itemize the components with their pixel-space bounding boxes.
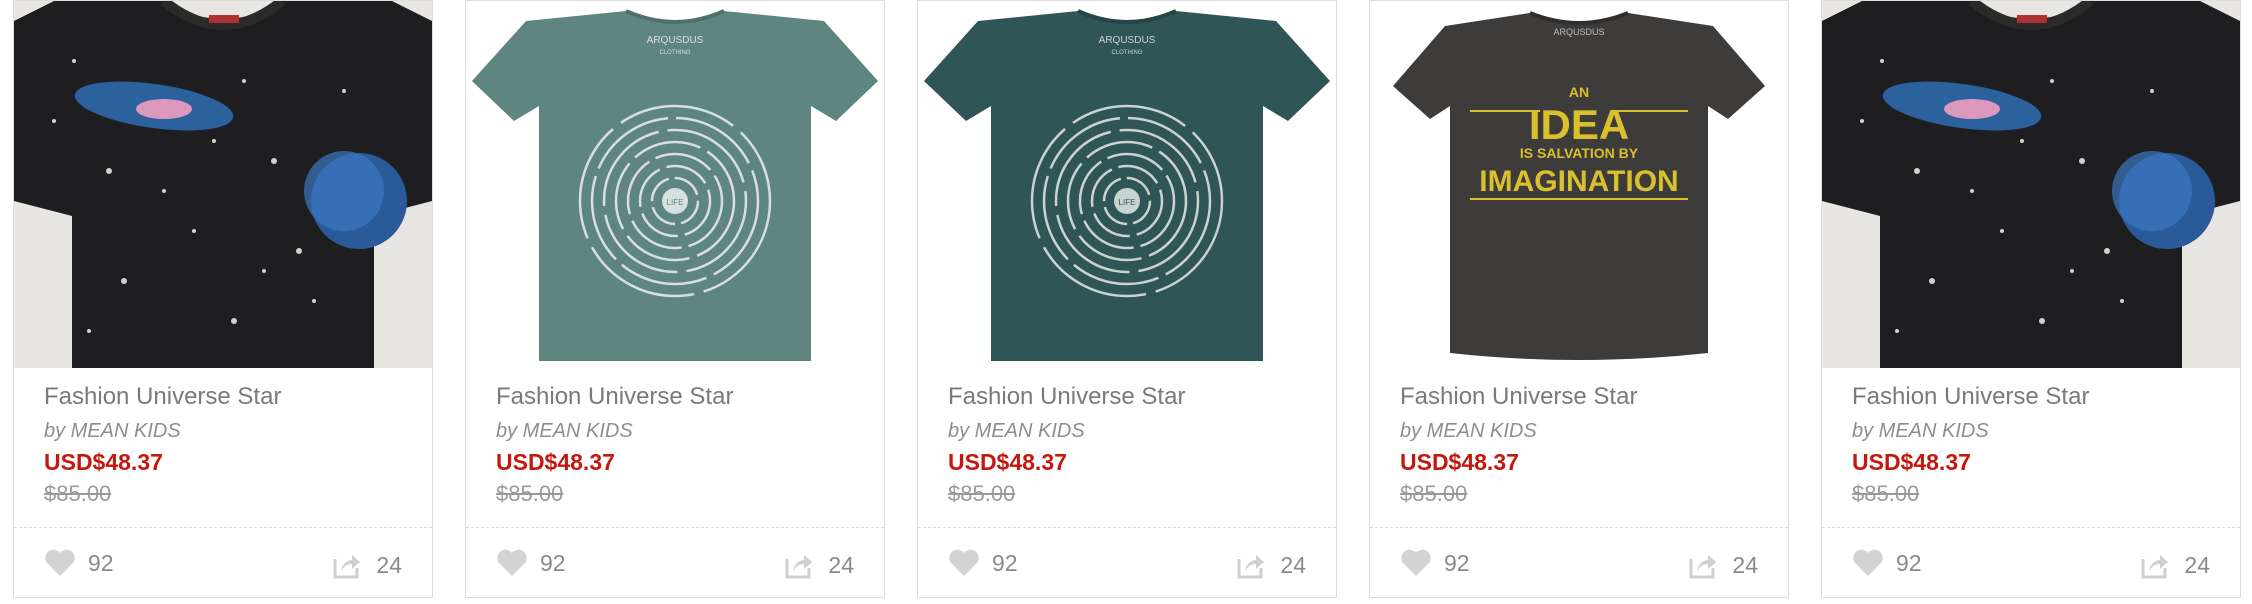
share-icon [2141, 555, 2169, 579]
brand-sub-print: CLOTHING [1111, 50, 1142, 56]
share-icon [333, 555, 361, 579]
heart-icon [949, 549, 979, 576]
heart-icon [45, 549, 75, 576]
idea-line4-print: IMAGINATION [1479, 165, 1678, 198]
product-byline[interactable]: by MEAN KIDS [44, 420, 181, 443]
product-image[interactable] [14, 1, 432, 368]
product-title[interactable]: Fashion Universe Star [44, 383, 281, 411]
brand-print: ARQUSDUS [1553, 27, 1604, 37]
product-price: USD$48.37 [44, 449, 163, 475]
share-count: 24 [1732, 551, 1758, 578]
product-title[interactable]: Fashion Universe Star [1400, 383, 1637, 411]
brand-sub-print: CLOTHING [659, 50, 690, 56]
product-byline[interactable]: by MEAN KIDS [948, 420, 1085, 443]
product-image[interactable]: ARQUSDUS CLOTHING LIFE [466, 1, 884, 368]
product-card[interactable]: ARQUSDUS CLOTHING LIFE Fashion Universe … [465, 0, 885, 598]
product-image[interactable] [1822, 1, 2240, 368]
product-image[interactable]: ARQUSDUS CLOTHING LIFE [918, 1, 1336, 368]
card-divider [1370, 527, 1788, 528]
idea-tshirt-image: ARQUSDUS AN IDEA IS SALVATION BY IMAGINA… [1370, 1, 1788, 368]
share-button[interactable]: 24 [784, 551, 854, 579]
product-byline[interactable]: by MEAN KIDS [496, 420, 633, 443]
share-button[interactable]: 24 [1688, 551, 1758, 579]
product-price: USD$48.37 [1852, 449, 1971, 475]
product-card[interactable]: Fashion Universe Star by MEAN KIDS USD$4… [1821, 0, 2241, 598]
like-count: 92 [992, 549, 1018, 576]
like-count: 92 [1896, 549, 1922, 576]
heart-icon [1853, 549, 1883, 576]
product-title[interactable]: Fashion Universe Star [948, 383, 1185, 411]
card-divider [1822, 527, 2240, 528]
product-price: USD$48.37 [496, 449, 615, 475]
idea-line2-print: IDEA [1529, 101, 1629, 148]
share-count: 24 [2184, 551, 2210, 578]
product-old-price: $85.00 [948, 481, 1016, 506]
product-card[interactable]: ARQUSDUS AN IDEA IS SALVATION BY IMAGINA… [1369, 0, 1789, 598]
product-title[interactable]: Fashion Universe Star [496, 383, 733, 411]
share-button[interactable]: 24 [2140, 551, 2210, 579]
galaxy-tshirt-image [14, 1, 432, 368]
product-price: USD$48.37 [1400, 449, 1519, 475]
product-title[interactable]: Fashion Universe Star [1852, 383, 2089, 411]
maze-tshirt-image: ARQUSDUS CLOTHING LIFE [466, 1, 884, 368]
product-old-price: $85.00 [1400, 481, 1468, 506]
maze-center-print: LIFE [1119, 198, 1136, 207]
maze-center-print: LIFE [667, 198, 684, 207]
idea-line1-print: AN [1569, 84, 1589, 100]
product-card[interactable]: ARQUSDUS CLOTHING LIFE Fashion Universe … [917, 0, 1337, 598]
like-count: 92 [540, 549, 566, 576]
like-button[interactable]: 92 [1400, 549, 1470, 577]
brand-print: ARQUSDUS [647, 35, 704, 46]
card-divider [466, 527, 884, 528]
galaxy-tshirt-image [1822, 1, 2240, 368]
heart-icon [1401, 549, 1431, 576]
card-divider [918, 527, 1336, 528]
share-icon [785, 555, 813, 579]
like-count: 92 [88, 549, 114, 576]
share-icon [1689, 555, 1717, 579]
like-button[interactable]: 92 [948, 549, 1018, 577]
like-button[interactable]: 92 [496, 549, 566, 577]
product-byline[interactable]: by MEAN KIDS [1400, 420, 1537, 443]
product-old-price: $85.00 [44, 481, 112, 506]
like-button[interactable]: 92 [44, 549, 114, 577]
idea-line3-print: IS SALVATION BY [1520, 145, 1639, 161]
share-count: 24 [376, 551, 402, 578]
product-byline[interactable]: by MEAN KIDS [1852, 420, 1989, 443]
card-divider [14, 527, 432, 528]
share-count: 24 [828, 551, 854, 578]
product-price: USD$48.37 [948, 449, 1067, 475]
like-count: 92 [1444, 549, 1470, 576]
share-button[interactable]: 24 [1236, 551, 1306, 579]
product-old-price: $85.00 [496, 481, 564, 506]
share-count: 24 [1280, 551, 1306, 578]
product-old-price: $85.00 [1852, 481, 1920, 506]
product-image[interactable]: ARQUSDUS AN IDEA IS SALVATION BY IMAGINA… [1370, 1, 1788, 368]
like-button[interactable]: 92 [1852, 549, 1922, 577]
maze-tshirt-image: ARQUSDUS CLOTHING LIFE [918, 1, 1336, 368]
brand-print: ARQUSDUS [1099, 35, 1156, 46]
heart-icon [497, 549, 527, 576]
share-icon [1237, 555, 1265, 579]
product-card[interactable]: Fashion Universe Star by MEAN KIDS USD$4… [13, 0, 433, 598]
share-button[interactable]: 24 [332, 551, 402, 579]
